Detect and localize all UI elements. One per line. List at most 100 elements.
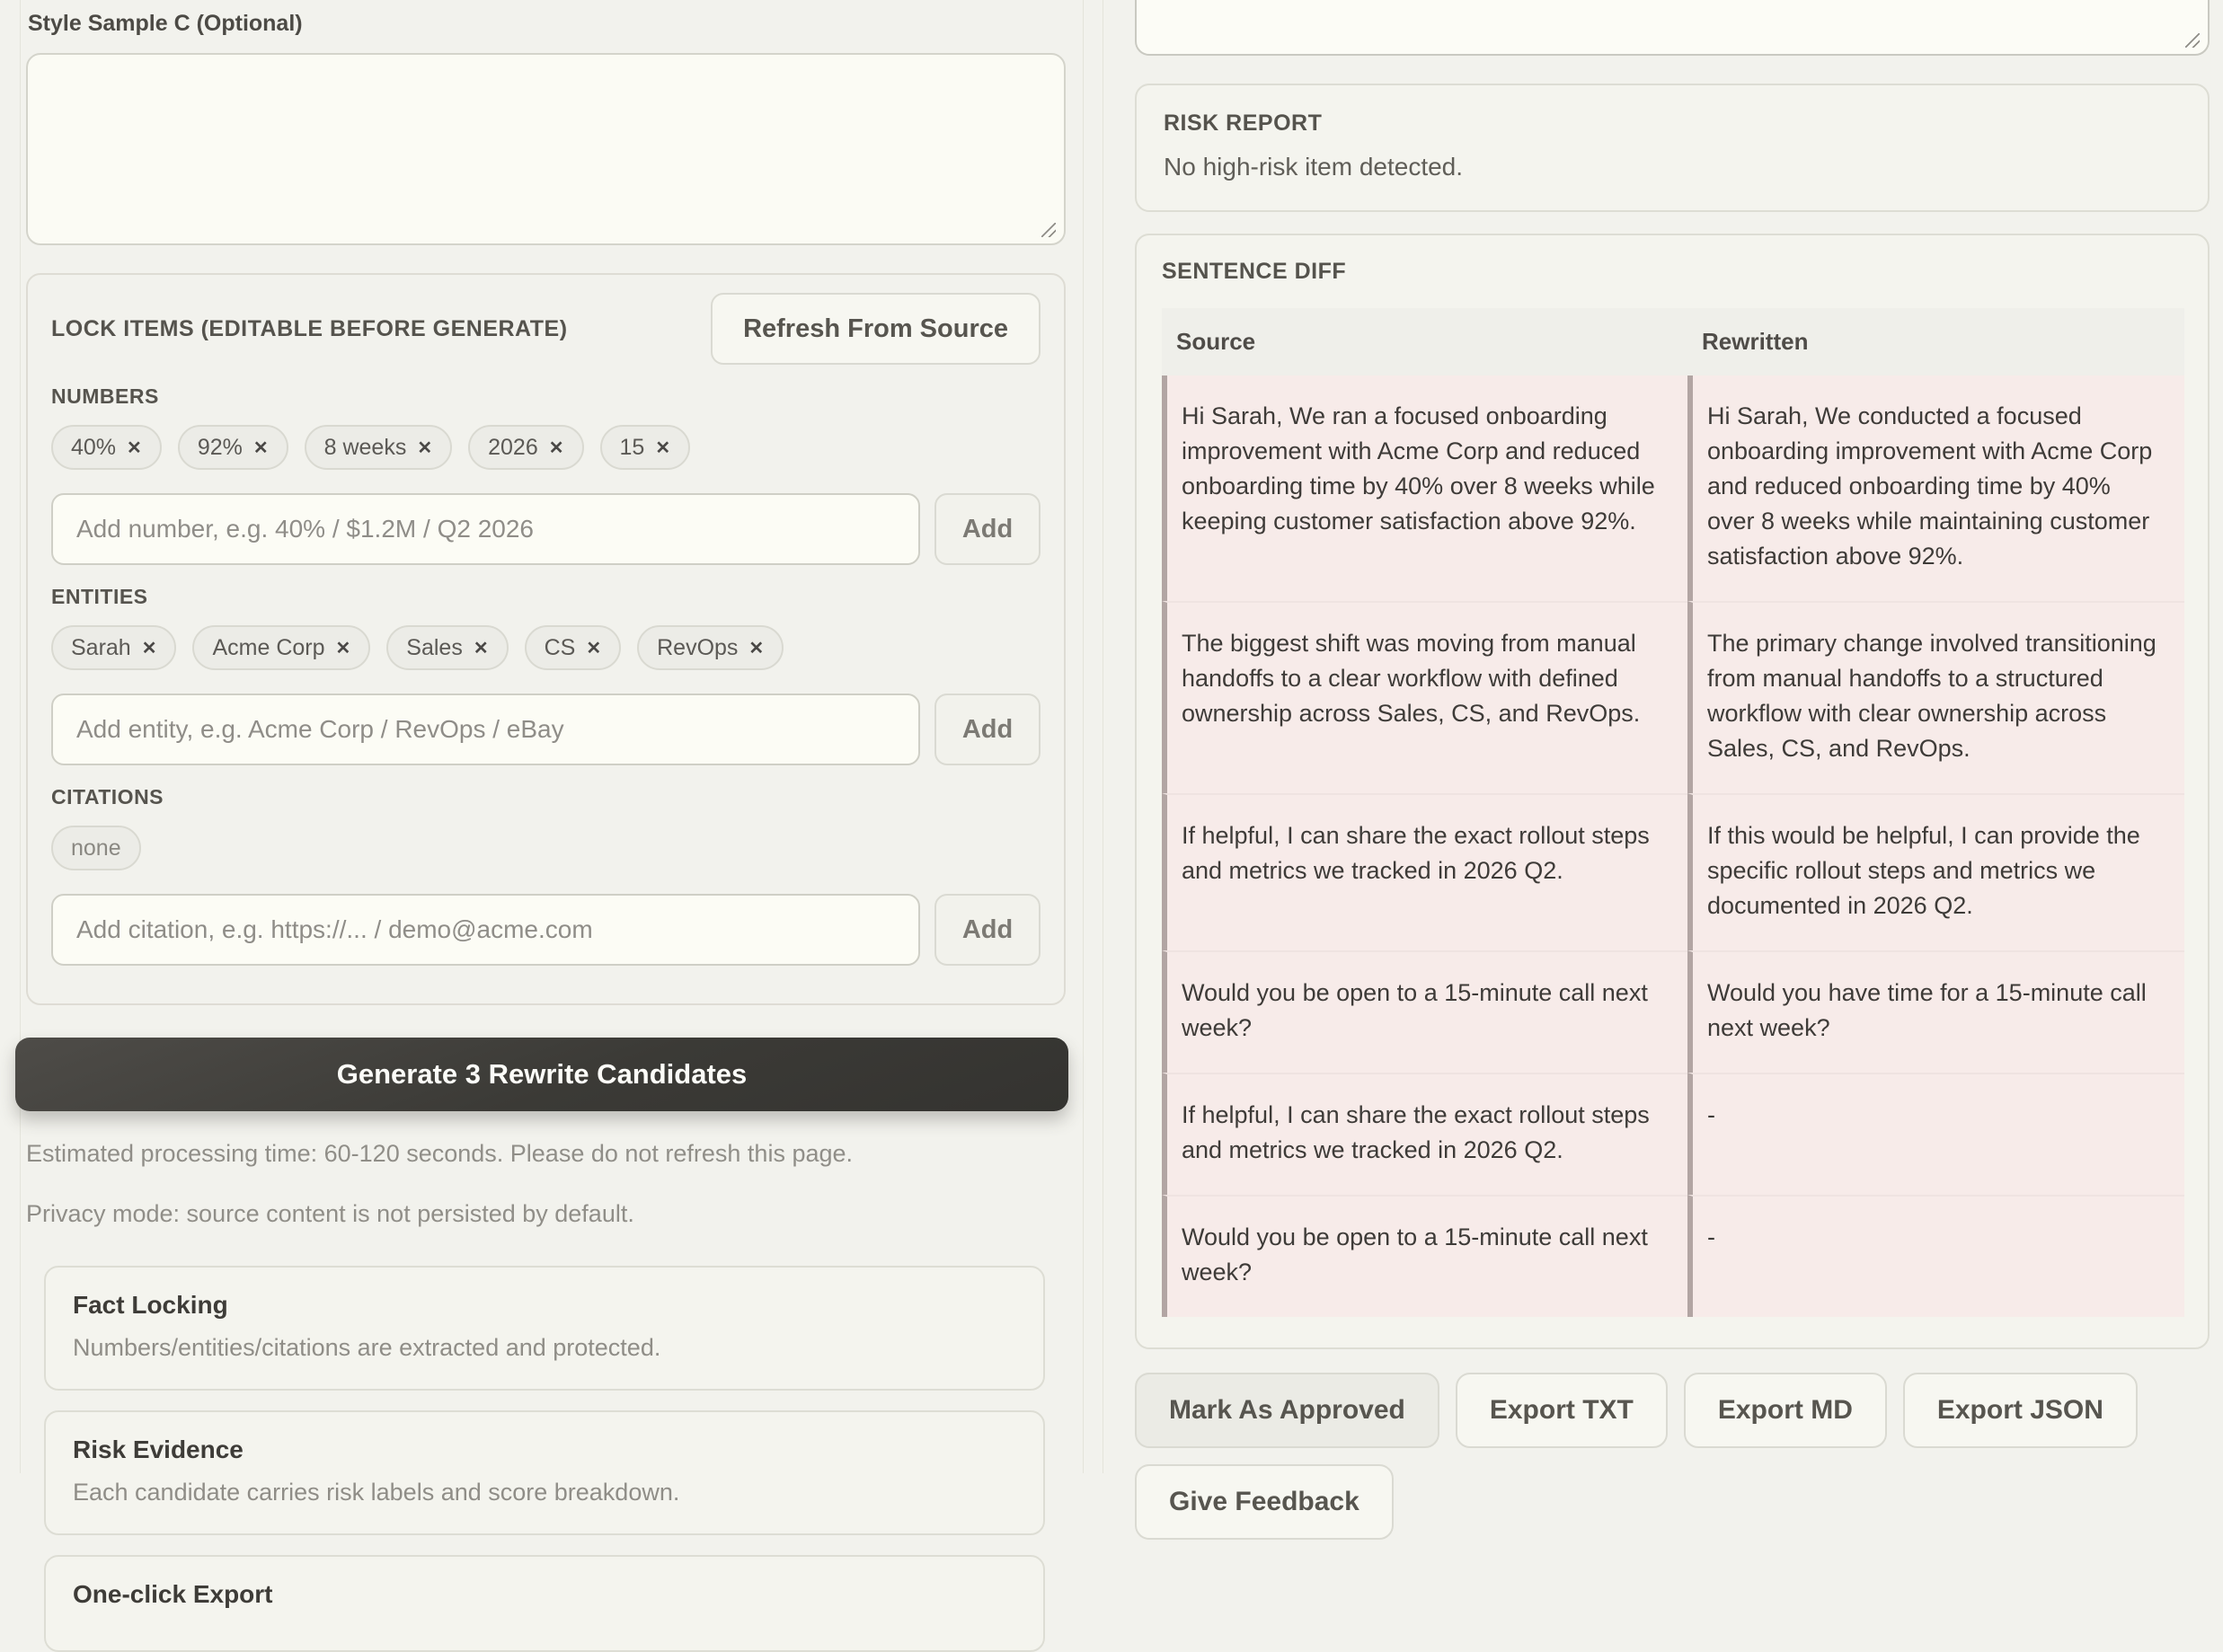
diff-row: Would you be open to a 15-minute call ne… bbox=[1162, 1195, 2184, 1317]
citation-chip: none bbox=[51, 826, 141, 870]
numbers-chip-list: 40% ✕ 92% ✕ 8 weeks ✕ 2026 ✕ 15 ✕ bbox=[51, 425, 1041, 470]
chip-label: 8 weeks bbox=[324, 435, 407, 461]
number-chip: 15 ✕ bbox=[600, 425, 691, 470]
diff-source-cell: Would you be open to a 15-minute call ne… bbox=[1162, 950, 1687, 1073]
info-card-title: Risk Evidence bbox=[73, 1436, 1016, 1464]
entity-chip: RevOps ✕ bbox=[637, 625, 784, 670]
remove-chip-icon[interactable]: ✕ bbox=[142, 637, 157, 659]
numbers-label: NUMBERS bbox=[51, 384, 1041, 409]
add-citation-row: Add bbox=[51, 894, 1041, 966]
diff-header-row: Source Rewritten bbox=[1162, 308, 2184, 375]
chip-label: Acme Corp bbox=[212, 635, 324, 661]
action-button[interactable]: Export TXT bbox=[1456, 1373, 1668, 1448]
add-entity-row: Add bbox=[51, 693, 1041, 765]
export-actions-row: Mark As Approved Export TXT Export MD Ex… bbox=[1135, 1373, 2209, 1448]
add-number-input[interactable] bbox=[51, 493, 920, 565]
style-sample-c-textarea[interactable] bbox=[26, 53, 1066, 245]
action-button[interactable]: Mark As Approved bbox=[1135, 1373, 1439, 1448]
remove-chip-icon[interactable]: ✕ bbox=[586, 637, 601, 659]
info-card-title: Fact Locking bbox=[73, 1291, 1016, 1320]
citations-chip-list: none bbox=[51, 826, 1041, 870]
chip-label: 92% bbox=[198, 435, 243, 461]
risk-report-title: RISK REPORT bbox=[1164, 110, 2181, 137]
info-card-title: One-click Export bbox=[73, 1580, 1016, 1609]
sentence-diff-title: SENTENCE DIFF bbox=[1162, 259, 2183, 285]
left-panel: Style Sample C (Optional) LOCK ITEMS (ED… bbox=[20, 0, 1084, 1473]
remove-chip-icon[interactable]: ✕ bbox=[655, 437, 670, 459]
entities-chip-list: Sarah ✕ Acme Corp ✕ Sales ✕ CS ✕ RevOps ✕ bbox=[51, 625, 1041, 670]
info-card-description: Numbers/entities/citations are extracted… bbox=[73, 1334, 1016, 1362]
refresh-from-source-button[interactable]: Refresh From Source bbox=[711, 293, 1041, 365]
entity-chip: Acme Corp ✕ bbox=[192, 625, 370, 670]
entity-chip: Sarah ✕ bbox=[51, 625, 176, 670]
right-panel: RISK REPORT No high-risk item detected. … bbox=[1103, 0, 2223, 1473]
add-citation-input[interactable] bbox=[51, 894, 920, 966]
number-chip: 8 weeks ✕ bbox=[305, 425, 452, 470]
add-number-button[interactable]: Add bbox=[934, 493, 1041, 565]
diff-rewritten-cell: The primary change involved transitionin… bbox=[1687, 601, 2184, 793]
privacy-note: Privacy mode: source content is not pers… bbox=[26, 1200, 1065, 1228]
lock-items-header: LOCK ITEMS (EDITABLE BEFORE GENERATE) Re… bbox=[51, 293, 1041, 365]
diff-rewritten-header: Rewritten bbox=[1687, 308, 2184, 375]
number-chip: 2026 ✕ bbox=[468, 425, 583, 470]
add-number-row: Add bbox=[51, 493, 1041, 565]
give-feedback-button[interactable]: Give Feedback bbox=[1135, 1464, 1394, 1540]
remove-chip-icon[interactable]: ✕ bbox=[336, 637, 351, 659]
diff-rewritten-cell: If this would be helpful, I can provide … bbox=[1687, 793, 2184, 950]
chip-label: RevOps bbox=[657, 635, 738, 661]
action-button[interactable]: Export MD bbox=[1684, 1373, 1887, 1448]
remove-chip-icon[interactable]: ✕ bbox=[549, 437, 564, 459]
remove-chip-icon[interactable]: ✕ bbox=[127, 437, 142, 459]
add-entity-button[interactable]: Add bbox=[934, 693, 1041, 765]
chip-label: 40% bbox=[71, 435, 116, 461]
diff-rewritten-cell: - bbox=[1687, 1195, 2184, 1317]
diff-source-cell: If helpful, I can share the exact rollou… bbox=[1162, 1073, 1687, 1195]
diff-row: The biggest shift was moving from manual… bbox=[1162, 601, 2184, 793]
lock-items-title: LOCK ITEMS (EDITABLE BEFORE GENERATE) bbox=[51, 316, 711, 342]
chip-label: CS bbox=[545, 635, 576, 661]
number-chip: 40% ✕ bbox=[51, 425, 162, 470]
lock-items-card: LOCK ITEMS (EDITABLE BEFORE GENERATE) Re… bbox=[26, 273, 1066, 1005]
entity-chip: Sales ✕ bbox=[386, 625, 508, 670]
remove-chip-icon[interactable]: ✕ bbox=[253, 437, 269, 459]
risk-report-card: RISK REPORT No high-risk item detected. bbox=[1135, 84, 2210, 212]
risk-report-body: No high-risk item detected. bbox=[1164, 153, 2181, 181]
generate-candidates-button[interactable]: Generate 3 Rewrite Candidates bbox=[15, 1038, 1068, 1111]
diff-source-cell: Hi Sarah, We ran a focused onboarding im… bbox=[1162, 375, 1687, 601]
info-card: Fact Locking Numbers/entities/citations … bbox=[44, 1266, 1045, 1391]
feedback-row: Give Feedback bbox=[1135, 1464, 2209, 1540]
diff-source-header: Source bbox=[1162, 308, 1687, 375]
style-sample-c-label: Style Sample C (Optional) bbox=[28, 11, 1065, 37]
remove-chip-icon[interactable]: ✕ bbox=[474, 637, 489, 659]
remove-chip-icon[interactable]: ✕ bbox=[417, 437, 432, 459]
diff-source-cell: The biggest shift was moving from manual… bbox=[1162, 601, 1687, 793]
diff-row: Hi Sarah, We ran a focused onboarding im… bbox=[1162, 375, 2184, 601]
output-textarea[interactable] bbox=[1135, 0, 2210, 56]
add-entity-input[interactable] bbox=[51, 693, 920, 765]
add-citation-button[interactable]: Add bbox=[934, 894, 1041, 966]
entity-chip: CS ✕ bbox=[525, 625, 622, 670]
diff-row: If helpful, I can share the exact rollou… bbox=[1162, 1073, 2184, 1195]
diff-row: Would you be open to a 15-minute call ne… bbox=[1162, 950, 2184, 1073]
chip-label: Sarah bbox=[71, 635, 131, 661]
action-button[interactable]: Export JSON bbox=[1903, 1373, 2138, 1448]
chip-label: Sales bbox=[406, 635, 463, 661]
chip-label: 2026 bbox=[488, 435, 538, 461]
diff-rewritten-cell: Would you have time for a 15-minute call… bbox=[1687, 950, 2184, 1073]
diff-source-cell: Would you be open to a 15-minute call ne… bbox=[1162, 1195, 1687, 1317]
info-card: One-click Export bbox=[44, 1555, 1045, 1652]
diff-rewritten-cell: Hi Sarah, We conducted a focused onboard… bbox=[1687, 375, 2184, 601]
info-card-description: Each candidate carries risk labels and s… bbox=[73, 1479, 1016, 1506]
diff-source-cell: If helpful, I can share the exact rollou… bbox=[1162, 793, 1687, 950]
number-chip: 92% ✕ bbox=[178, 425, 288, 470]
citations-label: CITATIONS bbox=[51, 785, 1041, 809]
sentence-diff-table: Source Rewritten Hi Sarah, We ran a focu… bbox=[1162, 308, 2184, 1317]
chip-label: 15 bbox=[620, 435, 645, 461]
sentence-diff-card: SENTENCE DIFF Source Rewritten Hi Sarah,… bbox=[1135, 234, 2210, 1349]
processing-note: Estimated processing time: 60-120 second… bbox=[26, 1140, 1065, 1168]
entities-label: ENTITIES bbox=[51, 585, 1041, 609]
info-card-list: Fact Locking Numbers/entities/citations … bbox=[44, 1266, 1045, 1652]
diff-row: If helpful, I can share the exact rollou… bbox=[1162, 793, 2184, 950]
diff-rewritten-cell: - bbox=[1687, 1073, 2184, 1195]
remove-chip-icon[interactable]: ✕ bbox=[748, 637, 764, 659]
